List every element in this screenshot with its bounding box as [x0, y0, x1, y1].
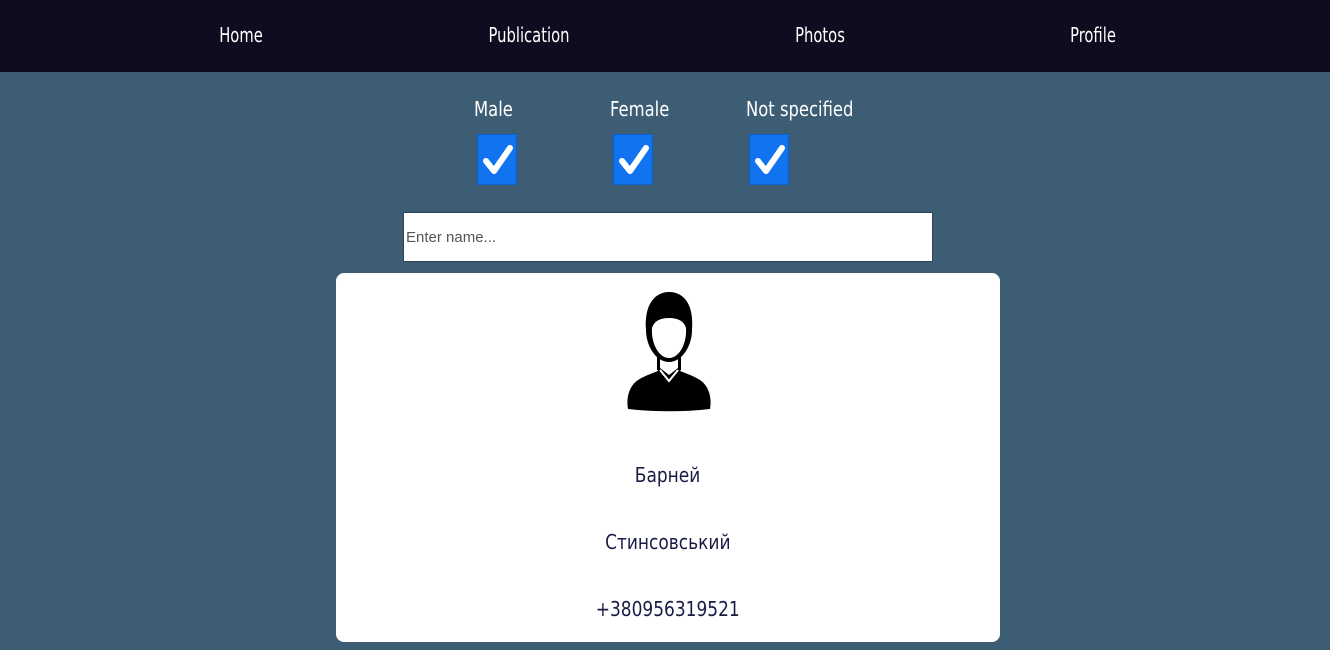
checkmark-icon	[619, 145, 649, 174]
nav-profile-link[interactable]: Profile	[1070, 20, 1116, 50]
filter-not-specified: Not specified	[746, 96, 886, 191]
user-phone-link[interactable]: +380956319521	[336, 597, 1000, 621]
user-last-name: Стинсовський	[605, 530, 731, 554]
name-search-input[interactable]	[403, 212, 933, 262]
checkmark-icon	[755, 145, 785, 174]
user-avatar-icon	[627, 292, 711, 412]
nav-publication-link[interactable]: Publication	[489, 20, 570, 50]
filter-female: Female	[610, 96, 750, 191]
nav-photos-link[interactable]: Photos	[795, 20, 845, 50]
user-phone: +380956319521	[595, 597, 741, 621]
user-last-name-link[interactable]: Стинсовський	[336, 530, 1000, 554]
filter-male: Male	[474, 96, 614, 191]
male-checkbox[interactable]	[477, 134, 517, 185]
user-first-name: Барней	[635, 463, 701, 487]
user-first-name-link[interactable]: Барней	[336, 463, 1000, 487]
filter-male-label: Male	[474, 97, 513, 121]
user-card: Барней Стинсовський +380956319521	[336, 273, 1000, 642]
checkmark-icon	[483, 145, 513, 174]
female-checkbox[interactable]	[613, 134, 653, 185]
top-navbar: Home Publication Photos Profile	[0, 0, 1330, 72]
filter-female-label: Female	[610, 97, 670, 121]
not-specified-checkbox[interactable]	[749, 134, 789, 185]
nav-home-link[interactable]: Home	[219, 20, 263, 50]
filter-not-specified-label: Not specified	[746, 97, 854, 121]
